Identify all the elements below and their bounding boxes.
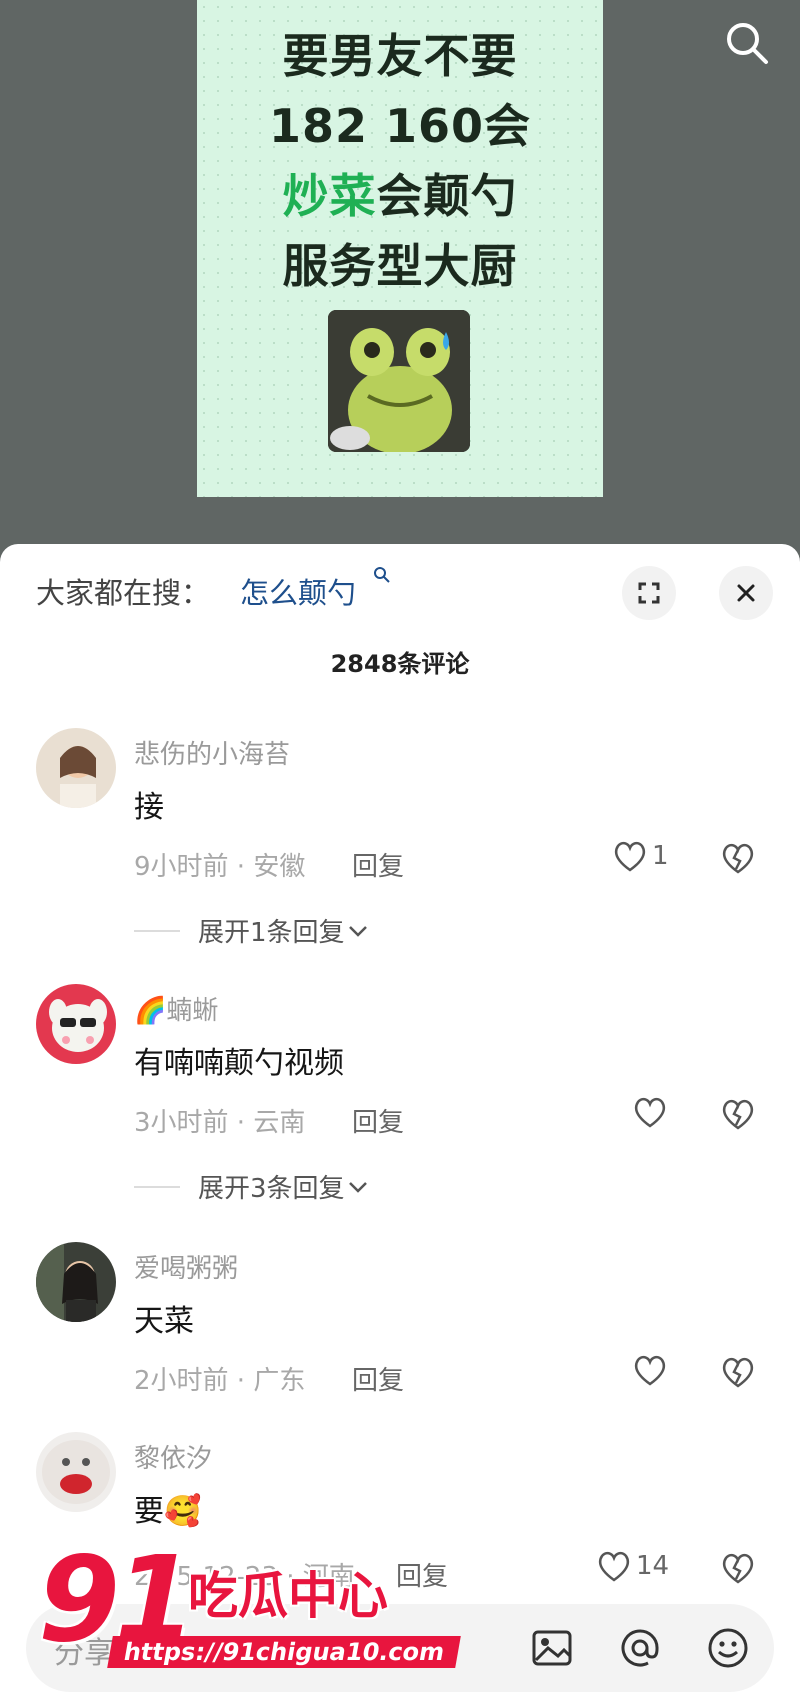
dislike-button[interactable] bbox=[720, 842, 756, 878]
heart-icon bbox=[614, 841, 646, 872]
mention-icon[interactable] bbox=[616, 1624, 664, 1672]
expand-replies-label: 展开3条回复 bbox=[198, 1174, 345, 1204]
expand-replies-label: 展开1条回复 bbox=[198, 918, 345, 948]
emoji-icon[interactable] bbox=[704, 1624, 752, 1672]
username[interactable]: 爱喝粥粥 bbox=[134, 1248, 238, 1285]
broken-heart-icon bbox=[722, 1099, 754, 1130]
divider bbox=[134, 929, 180, 932]
frog-sticker-image bbox=[328, 310, 470, 452]
poster-line-1: 要男友不要 bbox=[282, 29, 518, 83]
comment-text: 有喃喃颠勺视频 bbox=[134, 1046, 344, 1081]
search-icon[interactable] bbox=[722, 18, 772, 68]
divider bbox=[134, 1185, 180, 1188]
hot-search-term[interactable]: 怎么颠勺 bbox=[240, 570, 356, 612]
comment-meta: 2小时前 · 广东 bbox=[134, 1366, 306, 1396]
broken-heart-icon bbox=[722, 1357, 754, 1388]
comment-item: 悲伤的小海苔 接 9小时前 · 安徽 回复 1 展开1条回复 bbox=[0, 728, 800, 968]
comment-item: 🌈蝻蜥 有喃喃颠勺视频 3小时前 · 云南 回复 展开3条回复 bbox=[0, 984, 800, 1224]
chevron-down-icon bbox=[348, 1181, 367, 1193]
avatar[interactable] bbox=[36, 728, 116, 808]
like-button[interactable]: 1 bbox=[612, 840, 669, 872]
comment-text: 天菜 bbox=[134, 1304, 194, 1339]
dislike-button[interactable] bbox=[720, 1552, 756, 1588]
close-icon[interactable] bbox=[719, 566, 773, 620]
expand-replies[interactable]: 展开1条回复 bbox=[134, 912, 371, 949]
watermark-url: https://91chigua10.com bbox=[107, 1636, 462, 1668]
poster-line-4: 服务型大厨 bbox=[282, 239, 518, 293]
poster-line-3: 炒菜会颠勺 bbox=[197, 160, 603, 226]
avatar[interactable] bbox=[36, 984, 116, 1064]
like-count: 14 bbox=[636, 1551, 670, 1581]
like-button[interactable] bbox=[632, 1096, 672, 1128]
comment-count: 2848条评论 bbox=[330, 650, 470, 678]
hot-search-label: 大家都在搜： bbox=[36, 576, 211, 610]
expand-icon[interactable] bbox=[622, 566, 676, 620]
dislike-button[interactable] bbox=[720, 1098, 756, 1134]
expand-replies[interactable]: 展开3条回复 bbox=[134, 1168, 371, 1205]
search-small-icon bbox=[373, 566, 391, 588]
poster-green-text: 炒菜 bbox=[282, 169, 377, 223]
avatar[interactable] bbox=[36, 1242, 116, 1322]
username[interactable]: 🌈蝻蜥 bbox=[134, 990, 218, 1027]
reply-button[interactable]: 回复 bbox=[352, 1360, 404, 1397]
video-background[interactable]: 要男友不要 182 160会 炒菜会颠勺 服务型大厨 bbox=[0, 0, 800, 560]
username[interactable]: 悲伤的小海苔 bbox=[134, 734, 290, 771]
comment-meta: 3小时前 · 云南 bbox=[134, 1108, 306, 1138]
comment-meta: 9小时前 · 安徽 bbox=[134, 852, 306, 882]
username[interactable]: 黎依汐 bbox=[134, 1438, 212, 1475]
like-count: 1 bbox=[652, 841, 669, 871]
avatar[interactable] bbox=[36, 1432, 116, 1512]
broken-heart-icon bbox=[722, 1553, 754, 1584]
reply-button[interactable]: 回复 bbox=[352, 846, 404, 883]
heart-icon bbox=[598, 1551, 630, 1582]
like-button[interactable] bbox=[632, 1354, 672, 1386]
image-icon[interactable] bbox=[528, 1624, 576, 1672]
comment-text: 接 bbox=[134, 790, 164, 825]
reply-button[interactable]: 回复 bbox=[352, 1102, 404, 1139]
broken-heart-icon bbox=[722, 843, 754, 874]
site-watermark: 91 吃瓜中心 https://91chigua10.com bbox=[30, 1530, 462, 1690]
poster-rest-text: 会颠勺 bbox=[376, 169, 518, 223]
heart-icon bbox=[634, 1355, 666, 1386]
comment-text: 要🥰 bbox=[134, 1494, 202, 1529]
heart-icon bbox=[634, 1097, 666, 1128]
like-button[interactable]: 14 bbox=[596, 1550, 669, 1582]
watermark-title: 吃瓜中心 bbox=[188, 1567, 388, 1625]
chevron-down-icon bbox=[348, 925, 367, 937]
video-poster: 要男友不要 182 160会 炒菜会颠勺 服务型大厨 bbox=[197, 0, 603, 497]
dislike-button[interactable] bbox=[720, 1356, 756, 1392]
poster-line-2: 182 160会 bbox=[268, 99, 532, 153]
